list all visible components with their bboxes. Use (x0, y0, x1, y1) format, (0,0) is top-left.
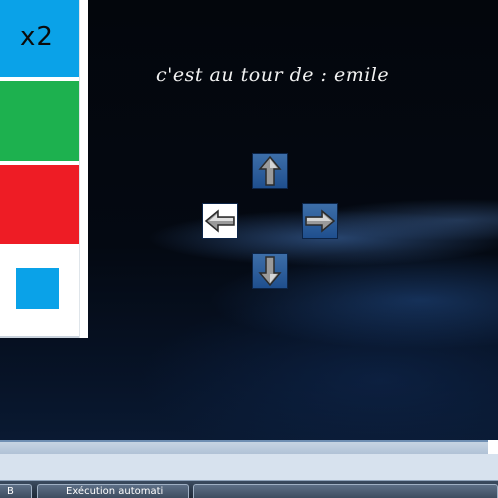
color-cell-blue[interactable]: x2 (0, 0, 79, 79)
move-up-button[interactable] (252, 153, 288, 189)
current-color-square (16, 268, 59, 309)
taskbar-button[interactable]: B (0, 484, 32, 498)
multiplier-label: x2 (20, 22, 54, 52)
game-window: x2 c'est au tour de : emile B Exécution … (0, 0, 498, 498)
arrow-down-icon (253, 254, 287, 288)
color-cell-red[interactable] (0, 165, 79, 246)
taskbar-button[interactable] (193, 484, 498, 498)
color-cell-white[interactable] (0, 248, 79, 331)
taskbar: B Exécution automati (0, 480, 498, 498)
status-area (0, 454, 498, 480)
move-down-button[interactable] (252, 253, 288, 289)
panel-border (79, 0, 88, 338)
move-right-button[interactable] (302, 203, 338, 239)
taskbar-button-execution[interactable]: Exécution automati (37, 484, 189, 498)
arrow-right-icon (303, 204, 337, 238)
window-corner (488, 440, 498, 454)
arrow-left-icon (203, 204, 237, 238)
window-bottom-border (0, 440, 498, 454)
color-cell-green[interactable] (0, 81, 79, 163)
turn-indicator: c'est au tour de : emile (156, 64, 390, 86)
move-left-button[interactable] (202, 203, 238, 239)
arrow-up-icon (253, 154, 287, 188)
color-panel: x2 (0, 0, 88, 338)
